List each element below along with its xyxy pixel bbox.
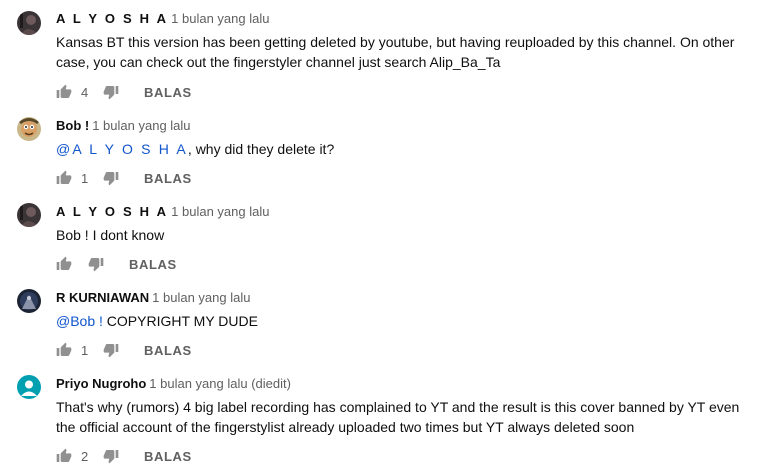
mention-link[interactable]: @A L Y O S H A [56,141,188,157]
comment-timestamp[interactable]: 1 bulan yang lalu [152,290,250,305]
comment-author[interactable]: R KURNIAWAN [56,290,149,305]
comment-header: Priyo Nugroho 1 bulan yang lalu (diedit) [56,376,762,392]
like-count: 4 [81,84,89,100]
dislike-icon[interactable] [88,256,104,272]
user-avatar-default-icon[interactable] [17,375,41,399]
comment-timestamp[interactable]: 1 bulan yang lalu (diedit) [149,376,291,391]
like-icon[interactable] [56,342,72,358]
reply-button[interactable]: BALAS [144,171,192,186]
dislike-icon[interactable] [103,342,119,358]
comment-header: R KURNIAWAN 1 bulan yang lalu [56,290,762,306]
comment-text: That's why (rumors) 4 big label recordin… [56,399,740,435]
comment-timestamp[interactable]: 1 bulan yang lalu [171,204,269,219]
reply-button[interactable]: BALAS [129,257,177,272]
comment-text-body: , why did they delete it? [187,141,335,157]
comment-text: Kansas BT this version has been getting … [56,34,735,70]
like-icon[interactable] [56,448,72,464]
comment-actions: 4 BALAS [56,80,192,104]
comment-author[interactable]: Priyo Nugroho [56,376,146,391]
reply-button[interactable]: BALAS [144,85,192,100]
comment-header: Bob ! 1 bulan yang lalu [56,118,762,134]
comment-actions: 1 BALAS [56,166,192,190]
comment-author[interactable]: A L Y O S H A [56,11,168,26]
like-icon[interactable] [56,170,72,186]
dislike-icon[interactable] [103,448,119,464]
like-icon[interactable] [56,256,72,272]
comment-text: @A L Y O S H A, why did they delete it? [56,139,762,159]
dislike-icon[interactable] [103,170,119,186]
reply-button[interactable]: BALAS [144,449,192,464]
like-count: 1 [81,342,89,358]
user-avatar-night-icon[interactable] [17,289,41,313]
mention-link[interactable]: @Bob ! [56,313,103,329]
comment-header: A L Y O S H A1 bulan yang lalu [56,204,762,220]
reply-button[interactable]: BALAS [144,343,192,358]
user-avatar-cartoon-icon[interactable] [17,117,41,141]
comment-actions: BALAS [56,252,177,276]
comment-author[interactable]: Bob ! [56,118,89,133]
user-avatar-dark-icon[interactable] [17,11,41,35]
like-count: 2 [81,448,89,464]
comment-text-body: COPYRIGHT MY DUDE [102,313,258,329]
comment-text: @Bob ! COPYRIGHT MY DUDE [56,311,762,331]
comment-header: A L Y O S H A1 bulan yang lalu [56,11,762,27]
comment-author[interactable]: A L Y O S H A [56,204,168,219]
user-avatar-dark-icon[interactable] [17,203,41,227]
comment-actions: 1 BALAS [56,338,192,362]
comment-text: Bob ! I dont know [56,227,165,243]
dislike-icon[interactable] [103,84,119,100]
comment-timestamp[interactable]: 1 bulan yang lalu [92,118,190,133]
comment-actions: 2 BALAS [56,444,192,468]
comment-timestamp[interactable]: 1 bulan yang lalu [171,11,269,26]
like-count: 1 [81,170,89,186]
like-icon[interactable] [56,84,72,100]
